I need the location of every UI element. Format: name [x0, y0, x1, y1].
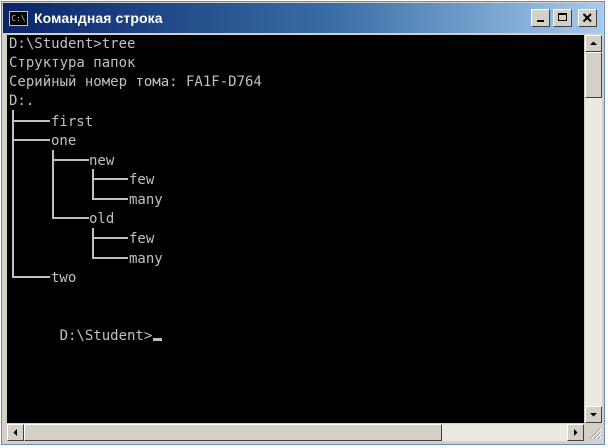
- window-title: Командная строка: [34, 10, 163, 26]
- horizontal-scrollbar[interactable]: [7, 424, 584, 441]
- tree-node-many: many: [129, 192, 163, 208]
- minimize-icon: [537, 20, 544, 22]
- scroll-up-arrow-icon: [590, 41, 597, 45]
- tree-node-first: first: [51, 114, 93, 130]
- scroll-up-button[interactable]: [585, 35, 602, 52]
- minimize-button[interactable]: [531, 9, 550, 27]
- command-prompt-window: C:\ Командная строка D:\Student>tree Стр…: [1, 1, 605, 445]
- resize-grip[interactable]: [585, 424, 602, 441]
- resize-grip-icon: [589, 428, 602, 440]
- scroll-right-arrow-icon: [574, 429, 578, 436]
- tree-node-many: many: [129, 251, 163, 267]
- cmd-icon[interactable]: C:\: [9, 10, 28, 26]
- scroll-down-button[interactable]: [585, 406, 602, 423]
- vertical-scrollbar[interactable]: [585, 35, 602, 423]
- scroll-left-arrow-icon: [13, 429, 17, 436]
- folder-tree: first one new few many old few many two: [12, 110, 163, 286]
- close-icon: [582, 13, 592, 23]
- vertical-scroll-thumb[interactable]: [585, 52, 602, 98]
- close-button[interactable]: [578, 9, 597, 27]
- scroll-left-button[interactable]: [7, 424, 24, 441]
- text-cursor: [153, 338, 163, 341]
- maximize-button[interactable]: [553, 9, 572, 27]
- scroll-down-arrow-icon: [590, 413, 597, 417]
- scroll-right-button[interactable]: [567, 424, 584, 441]
- title-bar[interactable]: C:\ Командная строка: [3, 3, 603, 33]
- console-output[interactable]: D:\Student>tree Структура папок Серийный…: [7, 35, 584, 423]
- prompt-text: D:\Student>: [59, 328, 153, 344]
- tree-node-old: old: [89, 211, 114, 227]
- maximize-icon: [558, 13, 567, 21]
- tree-node-new: new: [89, 153, 115, 169]
- tree-node-one: one: [51, 133, 76, 149]
- tree-node-few: few: [129, 172, 155, 188]
- tree-node-few: few: [129, 231, 155, 247]
- tree-node-two: two: [51, 270, 76, 286]
- horizontal-scroll-thumb[interactable]: [24, 424, 442, 441]
- command-prompt-line[interactable]: D:\Student>: [9, 309, 163, 344]
- window-controls: [531, 9, 597, 27]
